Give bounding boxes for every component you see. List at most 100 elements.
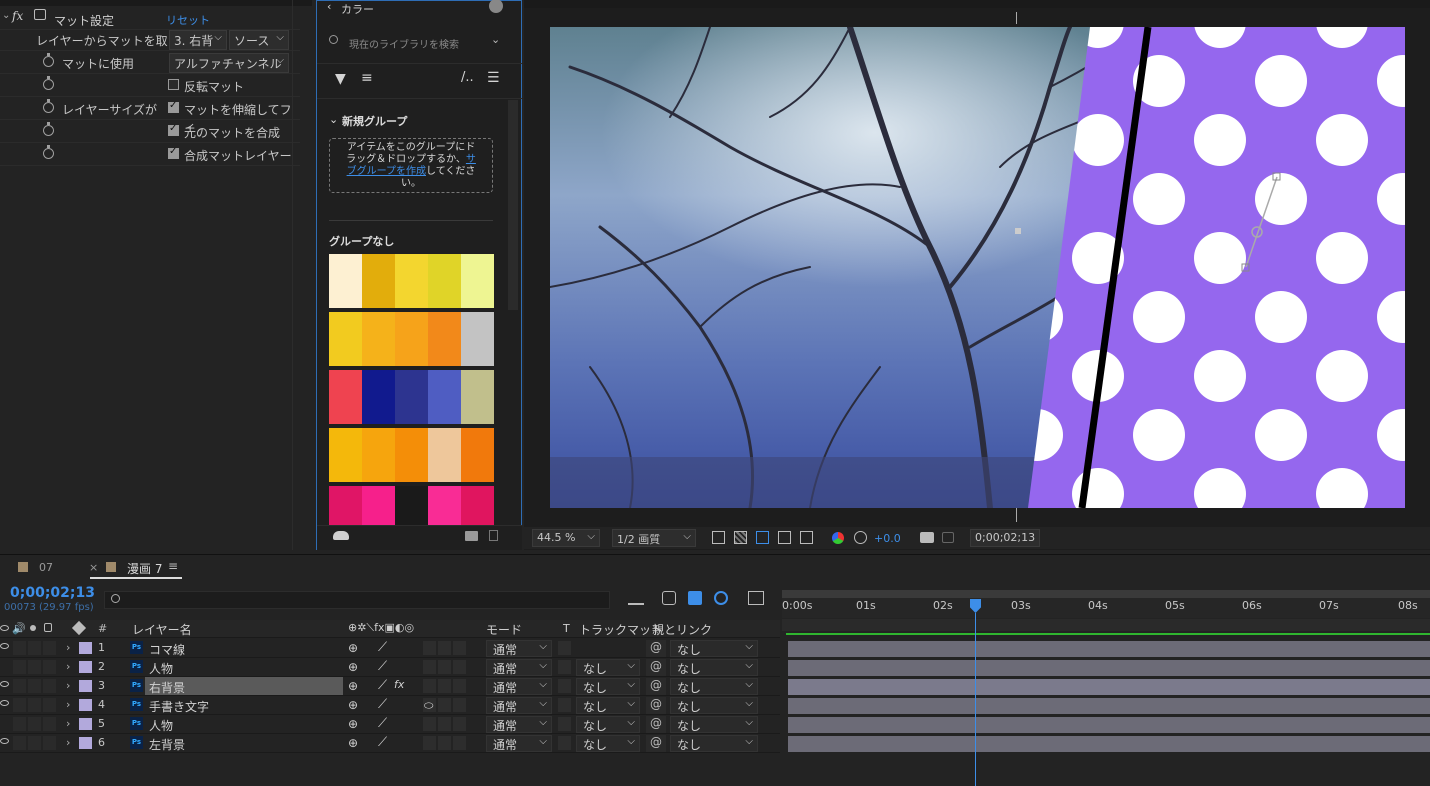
preserve-transparency-toggle[interactable]	[558, 660, 571, 674]
swatch-theme[interactable]	[329, 254, 494, 308]
label-color[interactable]	[79, 699, 92, 711]
tab-menu-icon[interactable]: ≡	[168, 559, 178, 573]
color-swatch[interactable]	[395, 370, 428, 424]
adjustment-toggle[interactable]	[453, 717, 466, 731]
back-chevron-icon[interactable]: ‹	[327, 0, 331, 13]
expand-arrow-icon[interactable]: ›	[66, 717, 70, 730]
cloud-icon[interactable]	[333, 531, 349, 540]
color-swatch[interactable]	[461, 428, 494, 482]
motion-blur-toggle[interactable]	[438, 679, 451, 693]
layer-duration-bar[interactable]	[788, 717, 1430, 733]
quality-icon[interactable]: ⟋	[378, 697, 387, 712]
swatch-theme[interactable]	[329, 370, 494, 424]
folder-icon[interactable]	[465, 531, 478, 541]
layer-row[interactable]: › 5 Ps 人物 ⊕ ⟋ 通常 ⌵ なし ⌵ @ なし ⌵	[0, 715, 780, 734]
eye-icon[interactable]	[0, 700, 9, 706]
blend-mode-select[interactable]: 通常 ⌵	[486, 697, 552, 714]
sort-icon[interactable]: ≡	[361, 70, 373, 86]
use-for-matte-select[interactable]: アルファチャンネル ⌵	[169, 53, 289, 73]
pick-whip-icon[interactable]: @	[646, 678, 666, 695]
transparency-grid-icon[interactable]	[734, 531, 747, 544]
audio-toggle[interactable]	[13, 736, 26, 750]
solo-toggle[interactable]	[28, 736, 41, 750]
quality-icon[interactable]: ⟋	[378, 640, 387, 655]
motion-blur-icon[interactable]	[714, 591, 728, 605]
expand-arrow-icon[interactable]: ›	[66, 679, 70, 692]
audio-toggle[interactable]	[13, 698, 26, 712]
shy-icon[interactable]: ⊕	[348, 660, 358, 674]
layer-row[interactable]: › 1 Ps コマ線 ⊕ ⟋ 通常 ⌵ @ なし ⌵	[0, 639, 780, 658]
quality-icon[interactable]: ⟋	[378, 735, 387, 750]
premultiply-matte-checkbox[interactable]	[168, 146, 179, 159]
fx-icon[interactable]: fx	[394, 678, 404, 691]
shy-icon[interactable]: ⊕	[348, 679, 358, 693]
pick-whip-icon[interactable]: @	[646, 716, 666, 733]
color-swatch[interactable]	[329, 370, 362, 424]
adjustment-toggle[interactable]	[453, 679, 466, 693]
parent-select[interactable]: なし ⌵	[670, 659, 758, 676]
motion-blur-icon[interactable]: ⬭	[424, 699, 433, 713]
solo-toggle[interactable]	[28, 660, 41, 674]
fx-icon[interactable]: fx	[12, 9, 23, 23]
layer-name[interactable]: コマ線	[149, 641, 185, 658]
frame-blend-toggle[interactable]	[423, 660, 436, 674]
trackmatte-select[interactable]: なし ⌵	[576, 716, 640, 733]
time-ruler[interactable]: 0:00s 01s 02s 03s 04s 05s 06s 07s 08s	[782, 598, 1430, 618]
audio-toggle[interactable]	[13, 660, 26, 674]
quality-icon[interactable]: ⟋	[378, 716, 387, 731]
blend-mode-select[interactable]: 通常 ⌵	[486, 716, 552, 733]
layer-name[interactable]: 人物	[149, 660, 173, 677]
drop-zone[interactable]: アイテムをこのグループにド ラッグ＆ドロップするか、サ ブグループを作成してくだ…	[329, 138, 493, 193]
stopwatch-icon[interactable]	[43, 99, 54, 113]
label-color[interactable]	[79, 661, 92, 673]
expand-arrow-icon[interactable]: ›	[66, 736, 70, 749]
expand-arrow-icon[interactable]: ⌄	[2, 10, 10, 21]
preserve-transparency-toggle[interactable]	[558, 698, 571, 712]
pick-whip-icon[interactable]: @	[646, 735, 666, 752]
motion-blur-toggle[interactable]	[438, 717, 451, 731]
layer-row[interactable]: › 2 Ps 人物 ⊕ ⟋ 通常 ⌵ なし ⌵ @ なし ⌵	[0, 658, 780, 677]
color-swatch[interactable]	[461, 312, 494, 366]
color-swatch[interactable]	[461, 370, 494, 424]
solo-toggle[interactable]	[28, 717, 41, 731]
comp-flowchart-icon[interactable]	[628, 591, 644, 605]
work-area-bar[interactable]	[782, 590, 1430, 598]
close-tab-icon[interactable]: ×	[89, 561, 98, 574]
parent-select[interactable]: なし ⌵	[670, 678, 758, 695]
solo-toggle[interactable]	[28, 641, 41, 655]
eye-icon[interactable]	[0, 643, 9, 649]
layer-name[interactable]: 右背景	[149, 679, 185, 696]
label-tag-icon[interactable]	[71, 620, 87, 636]
layer-duration-bar[interactable]	[788, 641, 1430, 657]
preserve-transparency-toggle[interactable]	[558, 736, 571, 750]
trackmatte-select[interactable]: なし ⌵	[576, 678, 640, 695]
layer-name[interactable]: 左背景	[149, 736, 185, 753]
parent-select[interactable]: なし ⌵	[670, 735, 758, 752]
stretch-matte-checkbox[interactable]	[168, 100, 179, 113]
stopwatch-icon[interactable]	[43, 53, 54, 67]
parent-select[interactable]: なし ⌵	[670, 640, 758, 657]
create-subgroup-link-b[interactable]: ブグループを作成	[347, 166, 426, 177]
swatch-theme[interactable]	[329, 312, 494, 366]
audio-icon[interactable]: 🔊	[12, 622, 26, 635]
draft-3d-icon[interactable]	[662, 591, 676, 605]
pick-whip-icon[interactable]: @	[646, 640, 666, 657]
adjustment-toggle[interactable]	[453, 660, 466, 674]
color-swatch[interactable]	[362, 312, 395, 366]
shy-icon[interactable]: ⊕	[348, 717, 358, 731]
eye-icon[interactable]	[0, 625, 9, 631]
tab-inactive[interactable]: 07	[39, 561, 53, 574]
frame-blend-toggle[interactable]	[423, 679, 436, 693]
color-swatch[interactable]	[329, 254, 362, 308]
lock-toggle[interactable]	[43, 679, 56, 693]
reset-link[interactable]: リセット	[166, 12, 210, 28]
lock-toggle[interactable]	[43, 641, 56, 655]
label-color[interactable]	[79, 642, 92, 654]
filter-icon[interactable]: ▼	[335, 71, 346, 87]
frame-blending-icon[interactable]	[688, 591, 702, 605]
stopwatch-icon[interactable]	[43, 145, 54, 159]
current-time[interactable]: 0;00;02;13	[10, 585, 95, 601]
trackmatte-select[interactable]: なし ⌵	[576, 735, 640, 752]
frame-blend-toggle[interactable]	[423, 717, 436, 731]
channel-icon[interactable]	[832, 532, 844, 544]
